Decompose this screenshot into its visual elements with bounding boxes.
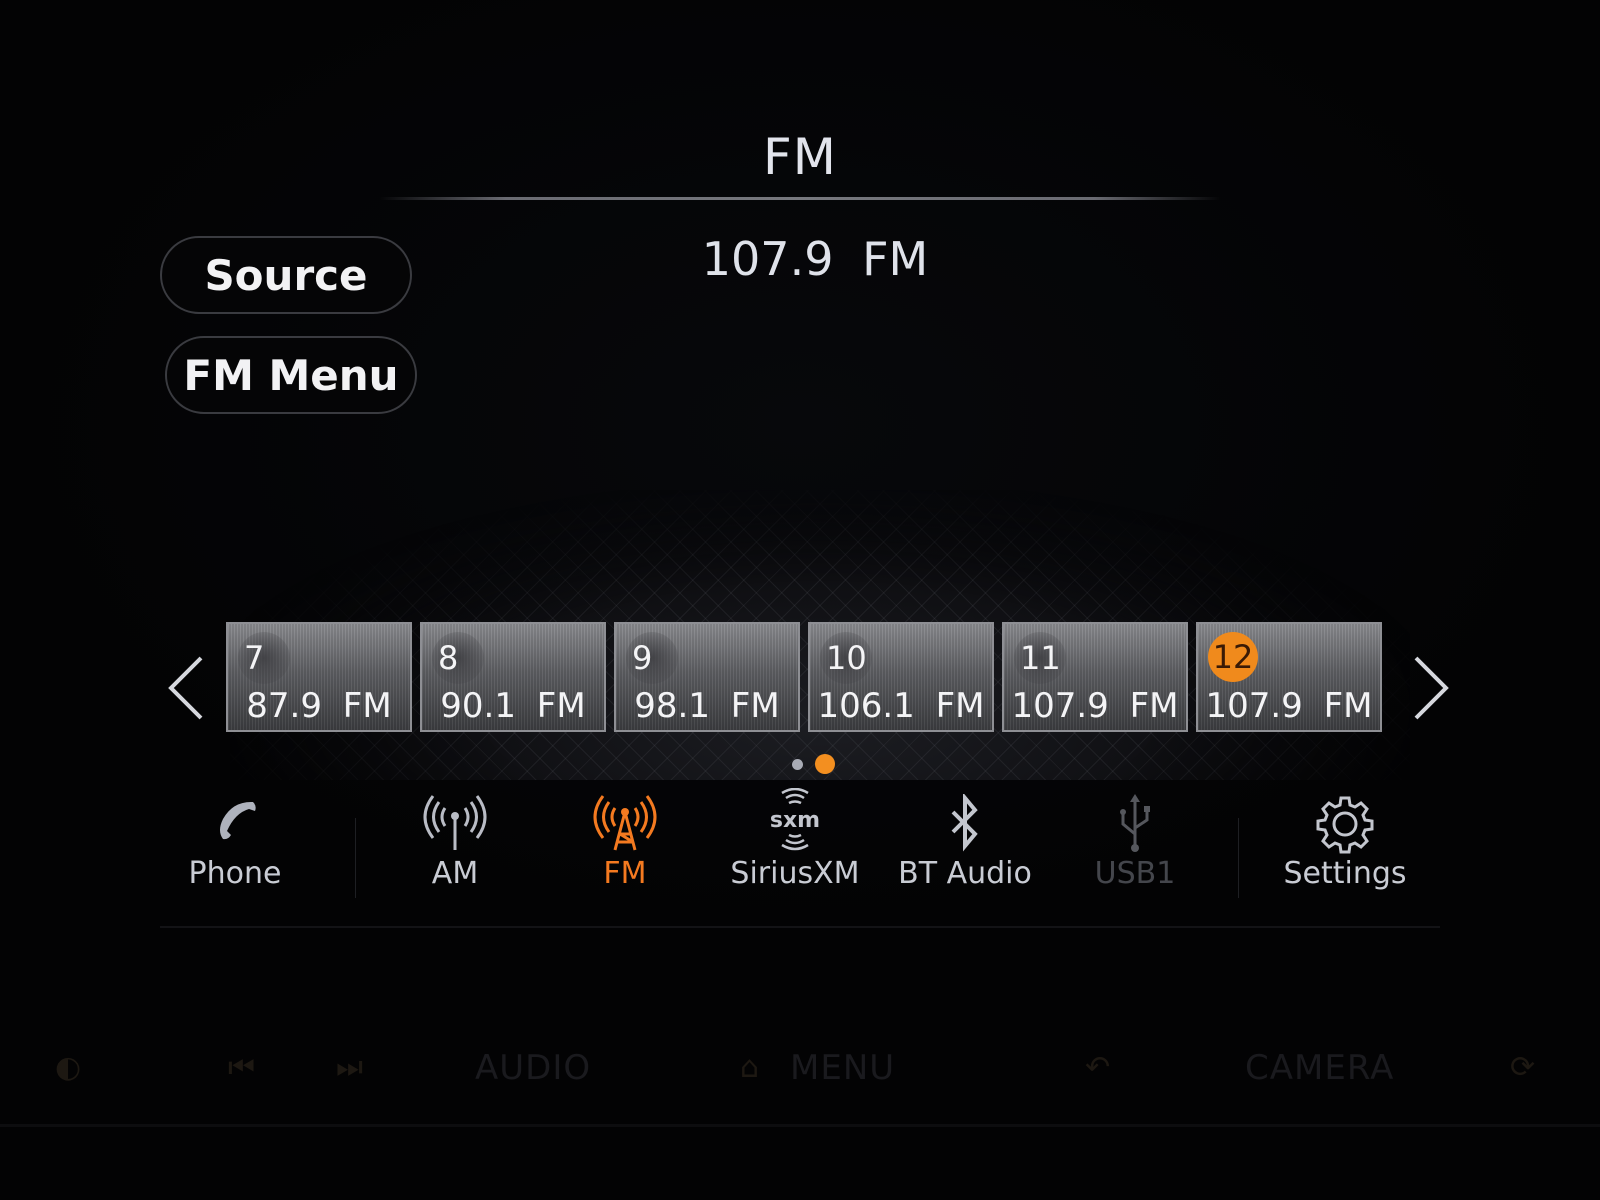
nav-siriusxm[interactable]: sxm SiriusXM (710, 788, 880, 898)
nav-label: BT Audio (898, 856, 1032, 891)
previous-presets-button[interactable] (165, 652, 209, 724)
page-title: FM (763, 128, 837, 186)
preset-number: 10 (820, 632, 872, 684)
source-button[interactable]: Source (160, 236, 412, 314)
preset-7[interactable]: 7 87.9 FM (226, 622, 412, 732)
chevron-left-icon (168, 656, 203, 720)
nav-label: USB1 (1094, 856, 1176, 891)
menu-hard-button[interactable]: MENU (790, 1048, 895, 1088)
svg-text:sxm: sxm (770, 808, 820, 833)
page-indicator (792, 754, 835, 774)
fm-menu-button[interactable]: FM Menu (165, 336, 417, 414)
preset-number: 12 (1208, 632, 1258, 682)
nav-label: Phone (188, 856, 282, 891)
preset-12-active[interactable]: 12 107.9 FM (1196, 622, 1382, 732)
nav-label: SiriusXM (730, 856, 860, 891)
preset-station: 107.9 FM (1011, 686, 1179, 726)
power-day-night-icon[interactable]: ◐ (55, 1050, 81, 1085)
nav-bt-audio[interactable]: BT Audio (880, 788, 1050, 898)
back-icon[interactable]: ↶ (1085, 1050, 1110, 1085)
hardware-bezel: ◐ ⏮ ⏭ AUDIO ⌂ MENU ↶ CAMERA ⟳ (0, 1030, 1600, 1130)
preset-number: 9 (626, 632, 678, 684)
page-dot-2-active[interactable] (815, 754, 835, 774)
nav-settings[interactable]: Settings (1260, 788, 1430, 898)
preset-9[interactable]: 9 98.1 FM (614, 622, 800, 732)
preset-10[interactable]: 10 106.1 FM (808, 622, 994, 732)
next-presets-button[interactable] (1408, 652, 1452, 724)
preset-number: 8 (432, 632, 484, 684)
tune-scroll-icon[interactable]: ⟳ (1510, 1050, 1535, 1085)
preset-station: 106.1 FM (817, 686, 985, 726)
audio-hard-button[interactable]: AUDIO (475, 1048, 591, 1088)
sxm-icon: sxm (770, 788, 820, 851)
nav-phone[interactable]: Phone (150, 788, 320, 898)
preset-station: 90.1 FM (440, 686, 586, 726)
nav-am[interactable]: AM (370, 788, 540, 898)
source-nav-bar: Phone AM FM sxm SiriusXM BT Audio USB1 S… (150, 788, 1450, 908)
nav-label: AM (431, 856, 479, 891)
gear-icon (1316, 796, 1374, 854)
bezel-edge (0, 1124, 1600, 1127)
preset-number: 11 (1014, 632, 1066, 684)
seek-forward-icon[interactable]: ⏭ (336, 1050, 363, 1085)
page-dot-1[interactable] (792, 758, 803, 770)
radio-tower-icon (593, 795, 657, 851)
antenna-icon (423, 795, 487, 850)
nav-separator (1238, 818, 1239, 898)
infotainment-screen: FM 107.9 FM Source FM Menu 7 87.9 FM 8 9… (0, 0, 1600, 940)
phone-icon (220, 801, 256, 840)
nav-divider (160, 926, 1440, 928)
preset-8[interactable]: 8 90.1 FM (420, 622, 606, 732)
seek-back-icon[interactable]: ⏮ (228, 1050, 255, 1085)
home-icon[interactable]: ⌂ (740, 1050, 759, 1085)
nav-label: FM (603, 856, 647, 891)
preset-station: 87.9 FM (246, 686, 392, 726)
bluetooth-icon (951, 794, 978, 852)
usb-icon (1120, 794, 1150, 852)
nav-label: Settings (1283, 856, 1407, 891)
chevron-right-icon (1414, 656, 1449, 720)
preset-list: 7 87.9 FM 8 90.1 FM 9 98.1 FM 10 106.1 F… (226, 622, 1382, 732)
preset-number: 7 (238, 632, 290, 684)
nav-separator (355, 818, 356, 898)
preset-station: 98.1 FM (634, 686, 780, 726)
nav-usb1-disabled[interactable]: USB1 (1050, 788, 1220, 898)
preset-11[interactable]: 11 107.9 FM (1002, 622, 1188, 732)
nav-fm-active[interactable]: FM (540, 788, 710, 898)
title-divider (380, 197, 1220, 200)
preset-station: 107.9 FM (1205, 686, 1373, 726)
camera-hard-button[interactable]: CAMERA (1245, 1048, 1394, 1088)
